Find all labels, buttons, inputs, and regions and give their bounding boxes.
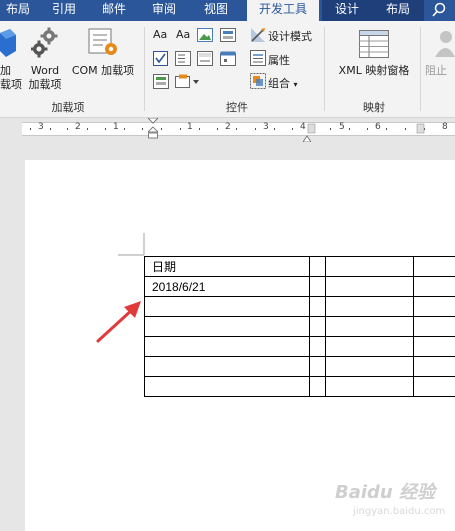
watermark-logo: Baidu 经验 bbox=[335, 482, 436, 503]
annotation-arrow-icon bbox=[96, 301, 141, 343]
watermark-url: jingyan.baidu.com bbox=[353, 506, 446, 517]
